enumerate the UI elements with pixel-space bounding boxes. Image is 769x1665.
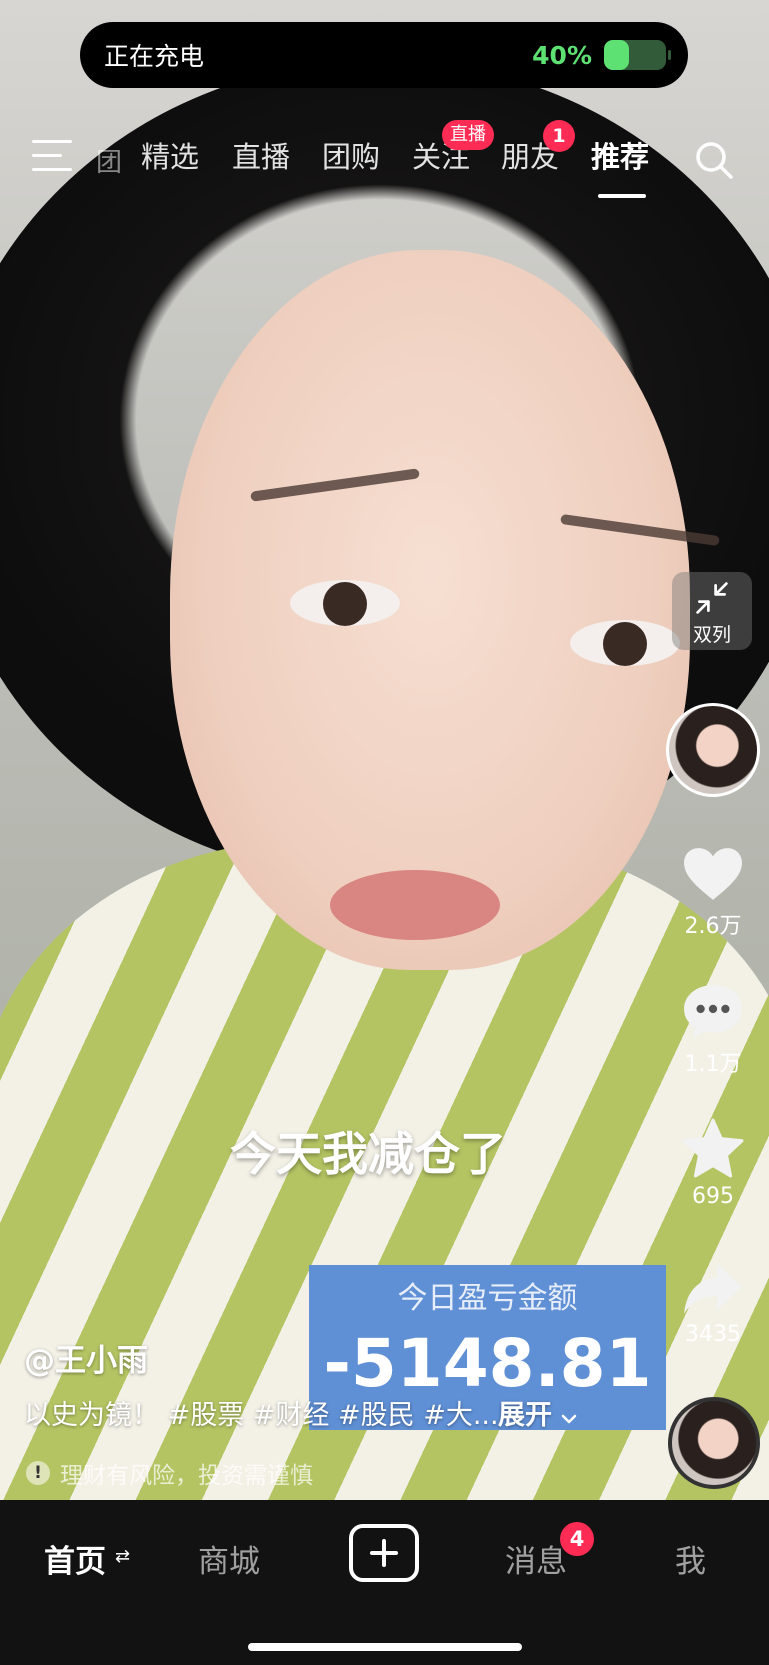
nav-tab-featured[interactable]: 精选 <box>141 134 199 176</box>
comment-button[interactable]: 1.1万 <box>668 982 758 1078</box>
friends-badge: 1 <box>543 120 575 152</box>
video-face <box>170 250 690 970</box>
search-icon[interactable] <box>694 140 734 180</box>
favorite-button[interactable]: 695 <box>668 1118 758 1209</box>
swap-icon[interactable]: ⇄ <box>115 1546 130 1567</box>
pnl-label: 今日盈亏金额 <box>397 1281 578 1316</box>
nav-tab-live[interactable]: 直播 <box>232 134 290 176</box>
charging-text: 正在充电 <box>104 42 205 71</box>
info-icon: ! <box>26 1461 50 1485</box>
messages-badge: 4 <box>560 1522 594 1556</box>
tab-home[interactable]: 首页 <box>44 1536 106 1581</box>
battery-percent: 40% <box>532 40 592 70</box>
favorite-count: 695 <box>692 1184 734 1209</box>
author-name[interactable]: @王小雨 <box>24 1335 148 1380</box>
share-count: 3435 <box>685 1322 741 1347</box>
comment-count: 1.1万 <box>684 1052 742 1077</box>
risk-notice: ! 理财有风险，投资需谨慎 <box>26 1456 313 1490</box>
heart-icon <box>684 848 742 900</box>
star-icon <box>682 1118 744 1178</box>
dual-column-label: 双列 <box>692 624 731 646</box>
nav-tab-faded[interactable]: 团 <box>96 142 122 179</box>
tab-me[interactable]: 我 <box>675 1536 706 1581</box>
music-disc-avatar[interactable] <box>668 1397 760 1489</box>
video-eye <box>570 620 680 666</box>
comment-bubble-icon <box>684 985 742 1038</box>
like-button[interactable]: 2.6万 <box>668 846 758 940</box>
create-button[interactable] <box>349 1524 419 1582</box>
expand-label: 展开 <box>498 1400 552 1431</box>
creator-avatar[interactable] <box>666 703 760 797</box>
battery-icon <box>604 40 671 70</box>
video-lips <box>330 870 500 940</box>
risk-notice-text: 理财有风险，投资需谨慎 <box>60 1463 313 1489</box>
share-arrow-icon <box>684 1264 742 1314</box>
top-nav: 团 精选 直播 团购 关注 直播 朋友 1 推荐 <box>0 120 769 200</box>
home-indicator[interactable] <box>248 1643 522 1651</box>
following-live-badge: 直播 <box>442 120 494 150</box>
tab-mall[interactable]: 商城 <box>198 1536 260 1581</box>
expand-button[interactable]: 展开 <box>498 1393 577 1432</box>
battery-fill <box>604 40 629 70</box>
share-button[interactable]: 3435 <box>668 1262 758 1347</box>
dual-column-button[interactable]: 双列 <box>672 572 752 650</box>
bottom-tab-bar: 首页 ⇄ 商城 消息 4 我 <box>0 1500 769 1665</box>
nav-tab-recommended[interactable]: 推荐 <box>591 134 649 176</box>
charging-status-pill: 正在充电 40% <box>80 22 688 88</box>
nav-tab-group-buy[interactable]: 团购 <box>322 134 380 176</box>
like-count: 2.6万 <box>684 914 742 939</box>
pnl-amount: -5148.81 <box>323 1325 652 1402</box>
collapse-arrows-icon <box>696 582 728 614</box>
active-tab-underline <box>598 194 646 198</box>
video-eye <box>290 580 400 626</box>
menu-icon[interactable] <box>32 138 74 178</box>
tab-messages[interactable]: 消息 <box>505 1536 567 1581</box>
post-description: 以史为镜！ #股票 #财经 #股民 #大... <box>24 1400 499 1431</box>
video-caption: 今天我减仓了 <box>230 1127 506 1181</box>
chevron-down-icon <box>562 1414 577 1424</box>
